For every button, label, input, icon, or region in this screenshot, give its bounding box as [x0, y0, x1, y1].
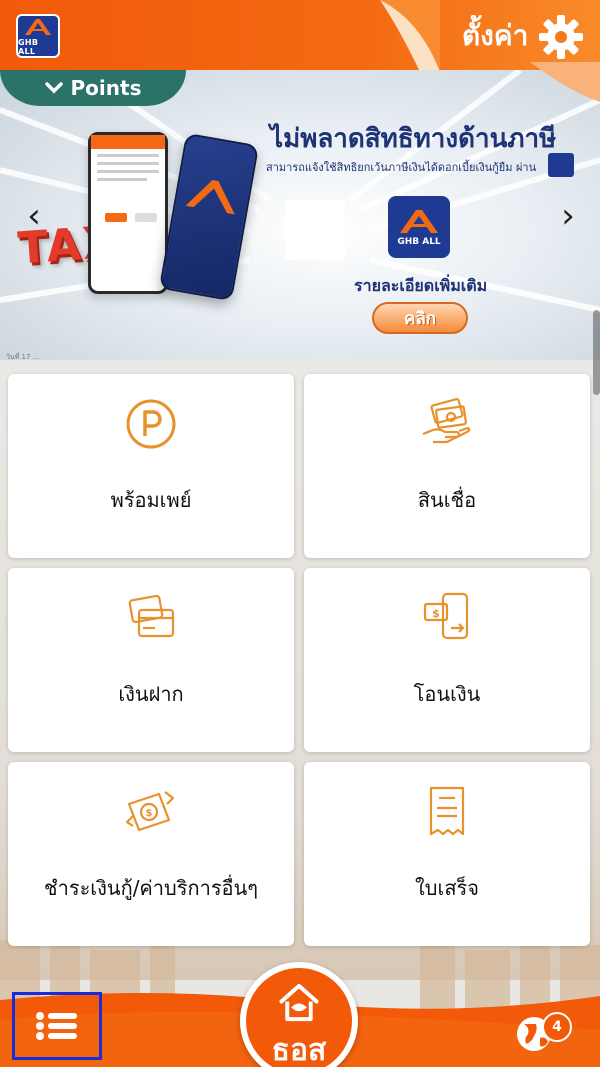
menu-label: พร้อมเพย์ [110, 488, 192, 512]
banner-subtext: สามารถแจ้งใช้สิทธิยกเว้นภาษีเงินได้ดอกเบ… [266, 161, 537, 174]
hamburger-menu-button[interactable] [12, 992, 102, 1060]
transfer-icon: $ [423, 592, 469, 640]
menu-card-transfer[interactable]: $ โอนเงิน [304, 568, 590, 752]
deposit-icon [128, 594, 175, 638]
payment-icon: $ [125, 791, 175, 832]
settings-label[interactable]: ตั้งค่า [462, 14, 528, 58]
menu-card-promptpay[interactable]: พร้อมเพย์ [8, 374, 294, 558]
menu-label: ใบเสร็จ [415, 876, 479, 900]
menu-card-deposit[interactable]: เงินฝาก [8, 568, 294, 752]
menu-card-loan[interactable]: สินเชื่อ [304, 374, 590, 558]
menu-card-payment[interactable]: $ ชำระเงินกู้/ค่าบริการอื่นๆ [8, 762, 294, 946]
gear-icon[interactable] [538, 14, 584, 60]
banner-click-button[interactable]: คลิก [372, 302, 468, 334]
points-label: Points [70, 76, 142, 100]
chevron-down-icon [44, 82, 63, 94]
loan-icon [422, 398, 471, 444]
mini-ghb-logo [548, 153, 574, 177]
scroll-indicator[interactable] [593, 310, 600, 395]
menu-label: ชำระเงินกู้/ค่าบริการอื่นๆ [44, 876, 258, 900]
banner-headline: ไม่พลาดสิทธิทางด้านภาษี [270, 124, 557, 154]
promo-banner[interactable]: TAX ไม่พลาดสิทธิทางด้านภาษี สามารถแจ้งใช… [0, 70, 600, 360]
promptpay-icon [126, 399, 176, 449]
logo-text: GHB ALL [18, 37, 39, 56]
banner-date: วันที่ 17 ... [6, 353, 40, 360]
points-tab[interactable]: Points [0, 70, 186, 106]
banner-logo-text: GHB ALL [397, 237, 441, 247]
menu-card-receipt[interactable]: ใบเสร็จ [304, 762, 590, 946]
menu-label: เงินฝาก [118, 682, 184, 706]
menu-label: สินเชื่อ [417, 488, 477, 512]
hamburger-menu-icon [36, 1012, 77, 1040]
page-fold-decoration [380, 0, 440, 72]
house-icon [279, 983, 319, 1022]
ghb-all-logo[interactable]: GHB ALL [16, 14, 60, 58]
banner-detail-text: รายละเอียดเพิ่มเติม [354, 276, 488, 295]
house-logo-icon [400, 210, 438, 233]
home-label: ธอส [271, 1033, 327, 1067]
chevron-left-icon[interactable]: ‹ [22, 198, 46, 234]
house-logo-icon [25, 18, 51, 35]
chevron-right-icon[interactable]: › [556, 198, 580, 234]
menu-label: โอนเงิน [413, 682, 481, 706]
phone-mockup-white [88, 132, 168, 294]
ghb-all-banner-logo: GHB ALL [388, 196, 450, 258]
svg-text:$: $ [146, 808, 153, 819]
top-bar: GHB ALL ตั้งค่า [0, 0, 600, 72]
notification-badge[interactable]: 4 [542, 1012, 572, 1042]
svg-text:$: $ [432, 607, 440, 620]
page-curl-decoration [530, 62, 600, 102]
receipt-icon [429, 786, 465, 836]
